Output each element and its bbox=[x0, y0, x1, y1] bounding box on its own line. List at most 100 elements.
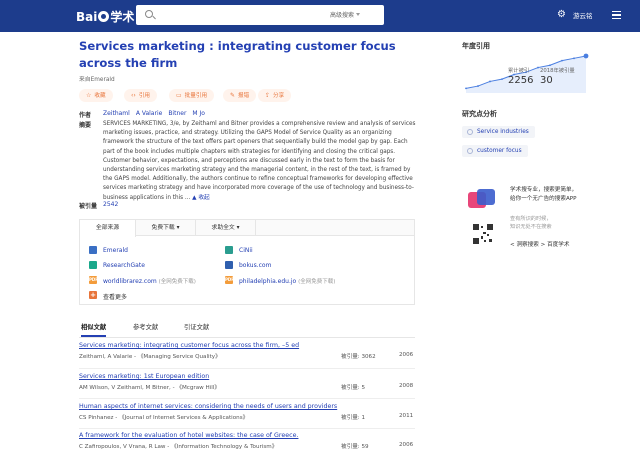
pdf-icon: PDF bbox=[89, 276, 98, 284]
related-cited: 被引量: 5 bbox=[341, 385, 366, 391]
total-cited-value: 2256 bbox=[508, 75, 534, 86]
promo-sub2: 知识无处不在搜索 bbox=[510, 224, 552, 230]
promo-text: 学术搜专业，搜索更简单， 给你一个无广告的搜索APP bbox=[510, 186, 577, 204]
quote-icon: ‹› bbox=[131, 92, 136, 99]
researchgate-icon bbox=[89, 261, 97, 269]
related-year: 2006 bbox=[399, 442, 414, 448]
tab-free-download[interactable]: 免费下载 ▾ bbox=[136, 220, 196, 236]
divider bbox=[79, 398, 415, 399]
total-cited-stat: 累计被引 2256 bbox=[508, 66, 533, 86]
paper-source: 来自Emerald bbox=[79, 77, 115, 83]
yearly-citations-heading: 年度引用 bbox=[462, 42, 490, 50]
report-icon: ✎ bbox=[230, 92, 236, 99]
paper-title: Services marketing : integrating custome… bbox=[79, 39, 396, 70]
related-item: Services marketing: 1st European edition… bbox=[79, 373, 415, 391]
tab-references[interactable]: 参考文献 bbox=[133, 322, 158, 331]
chevron-down-icon[interactable] bbox=[356, 13, 360, 16]
year-cited-stat: 2018年被引量 30 bbox=[540, 66, 575, 86]
related-cited: 被引量: 1 bbox=[341, 415, 366, 421]
chart-point[interactable] bbox=[477, 85, 479, 87]
abstract-text: SERVICES MARKETING, 3/e, by Zeithaml and… bbox=[103, 121, 416, 201]
related-title-link[interactable]: Human aspects of internet services: cons… bbox=[79, 403, 415, 410]
abstract-body: SERVICES MARKETING, 3/e, by Zeithaml and… bbox=[103, 121, 416, 201]
app-promo-card[interactable]: 学术搜专业，搜索更简单， 给你一个无广告的搜索APP 查有所识的时候， 知识无处不在… bbox=[462, 183, 590, 263]
year-cited-value: 30 bbox=[540, 75, 553, 86]
author-link[interactable]: A Valarie bbox=[136, 110, 163, 117]
report-label: 报错 bbox=[238, 93, 250, 99]
chart-point[interactable] bbox=[573, 57, 575, 60]
tab-request-label: 求助全文 bbox=[211, 225, 235, 231]
author-link[interactable]: Bitner bbox=[168, 110, 186, 117]
cited-count[interactable]: 2542 bbox=[103, 201, 118, 208]
author-link[interactable]: M Jo bbox=[192, 110, 205, 117]
batch-cite-label: 批量引用 bbox=[184, 93, 208, 99]
free-download-note: (全网免费下载) bbox=[158, 279, 196, 285]
related-cited: 被引量: 3062 bbox=[341, 354, 376, 360]
author-link[interactable]: Zeithaml bbox=[103, 110, 130, 117]
source-link-cinii[interactable]: CiNii bbox=[239, 247, 253, 254]
source-link-emerald[interactable]: Emerald bbox=[103, 247, 128, 254]
divider bbox=[79, 428, 415, 429]
promo-subtext: 查有所识的时候， 知识无处不在搜索 bbox=[510, 215, 552, 231]
source-link-philadelphia[interactable]: philadelphia.edu.jo bbox=[239, 278, 296, 285]
research-tag[interactable]: Service industries bbox=[462, 126, 535, 138]
chart-point[interactable] bbox=[501, 78, 503, 81]
bokus-icon bbox=[225, 261, 233, 269]
chart-point[interactable] bbox=[583, 53, 589, 59]
share-icon: ⇪ bbox=[265, 92, 271, 99]
authors-label: 作者 bbox=[79, 112, 92, 119]
related-item: Services marketing: integrating customer… bbox=[79, 342, 415, 360]
batch-cite-button[interactable]: ▭ 批量引用 bbox=[169, 89, 215, 102]
collapse-abstract-link[interactable]: ▲ 收起 bbox=[192, 195, 210, 201]
logo-text-left: Bai bbox=[76, 10, 98, 24]
baidu-scholar-logo[interactable]: Bai 学术 bbox=[76, 8, 134, 25]
promo-sub1: 查有所识的时候， bbox=[510, 216, 552, 222]
tab-request-fulltext[interactable]: 求助全文 ▾ bbox=[196, 220, 256, 236]
search-box[interactable]: 高级搜索 bbox=[136, 5, 384, 25]
tab-citing-papers[interactable]: 引证文献 bbox=[184, 322, 209, 331]
related-title-link[interactable]: Services marketing: 1st European edition bbox=[79, 373, 415, 380]
emerald-icon bbox=[89, 246, 97, 254]
top-header: Bai 学术 高级搜索 ⚙ 游云铭 bbox=[0, 0, 640, 32]
chart-point[interactable] bbox=[561, 59, 563, 62]
topic-icon bbox=[467, 129, 473, 135]
related-item: Human aspects of internet services: cons… bbox=[79, 403, 415, 421]
tab-similar-papers[interactable]: 相似文献 bbox=[81, 322, 107, 337]
research-tag-label: customer focus bbox=[477, 148, 522, 154]
chart-point[interactable] bbox=[465, 87, 467, 90]
cite-button[interactable]: ‹› 引用 bbox=[124, 89, 158, 102]
advanced-search-link[interactable]: 高级搜索 bbox=[330, 10, 354, 19]
related-year: 2008 bbox=[399, 383, 414, 389]
research-tag-label: Service industries bbox=[477, 129, 529, 135]
view-more-sources[interactable]: 查看更多 bbox=[103, 292, 127, 301]
promo-link[interactable]: < 洞察搜索 > 百度学术 bbox=[510, 240, 569, 248]
total-cited-label: 累计被引 bbox=[508, 68, 530, 74]
share-button[interactable]: ⇪ 分享 bbox=[258, 89, 292, 102]
source-link-worldlibrarez[interactable]: worldlibrarez.com bbox=[103, 278, 157, 285]
research-points-heading: 研究点分析 bbox=[462, 110, 497, 118]
sources-panel: 全部来源 免费下载 ▾ 求助全文 ▾ Emerald CiNii Researc… bbox=[79, 219, 415, 305]
cited-label: 被引量 bbox=[79, 203, 98, 210]
collect-button[interactable]: ☆ 收藏 bbox=[79, 89, 113, 102]
search-icon[interactable] bbox=[145, 10, 153, 18]
tab-all-sources[interactable]: 全部来源 bbox=[80, 220, 136, 237]
source-item-worldlibrarez: worldlibrarez.com (全网免费下载) bbox=[103, 277, 196, 285]
gear-icon[interactable]: ⚙ bbox=[557, 10, 567, 20]
source-link-researchgate[interactable]: ResearchGate bbox=[103, 262, 145, 269]
source-item-philadelphia: philadelphia.edu.jo (全网免费下载) bbox=[239, 277, 335, 285]
related-title-link[interactable]: A framework for the evaluation of hotel … bbox=[79, 432, 415, 439]
related-title-link[interactable]: Services marketing: integrating customer… bbox=[79, 342, 415, 349]
user-name[interactable]: 游云铭 bbox=[573, 10, 593, 20]
chart-point[interactable] bbox=[489, 80, 491, 83]
qr-code bbox=[472, 223, 494, 245]
research-tag[interactable]: customer focus bbox=[462, 145, 528, 157]
promo-line1: 学术搜专业，搜索更简单， bbox=[510, 187, 578, 193]
chart-point[interactable] bbox=[537, 66, 539, 69]
menu-icon[interactable] bbox=[612, 11, 621, 19]
source-link-bokus[interactable]: bokus.com bbox=[239, 262, 271, 269]
star-icon: ☆ bbox=[86, 92, 92, 99]
report-error-button[interactable]: ✎ 报错 bbox=[223, 89, 257, 102]
share-label: 分享 bbox=[273, 93, 285, 99]
chevron-down-icon: ▾ bbox=[176, 225, 180, 231]
cite-label: 引用 bbox=[138, 93, 151, 99]
